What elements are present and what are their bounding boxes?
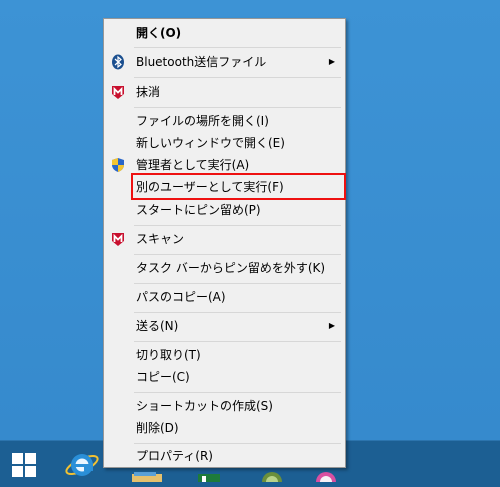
menu-separator bbox=[134, 225, 341, 226]
bluetooth-icon bbox=[110, 54, 126, 70]
menu-separator bbox=[134, 47, 341, 48]
menu-separator bbox=[134, 107, 341, 108]
menu-item-send-to[interactable]: 送る(N) ▶ bbox=[106, 315, 343, 337]
context-menu: 開く(O) Bluetooth送信ファイル ▶ 抹消 ファイルの場所を開く(I)… bbox=[103, 18, 346, 468]
menu-separator bbox=[134, 312, 341, 313]
submenu-arrow-icon: ▶ bbox=[328, 321, 335, 330]
start-button[interactable] bbox=[6, 447, 46, 481]
menu-item-properties[interactable]: プロパティ(R) bbox=[106, 445, 343, 467]
menu-item-mcafee-delete[interactable]: 抹消 bbox=[106, 81, 343, 103]
menu-item-create-shortcut[interactable]: ショートカットの作成(S) bbox=[106, 395, 343, 417]
uac-shield-icon bbox=[110, 157, 126, 173]
menu-item-scan[interactable]: スキャン bbox=[106, 228, 343, 250]
menu-item-run-as-admin[interactable]: 管理者として実行(A) bbox=[106, 154, 343, 176]
menu-separator bbox=[134, 77, 341, 78]
menu-separator bbox=[134, 254, 341, 255]
menu-item-open-new-window[interactable]: 新しいウィンドウで開く(E) bbox=[106, 132, 343, 154]
menu-separator bbox=[134, 443, 341, 444]
menu-item-run-as-other-user[interactable]: 別のユーザーとして実行(F) bbox=[106, 176, 343, 198]
menu-separator bbox=[134, 283, 341, 284]
menu-item-delete[interactable]: 削除(D) bbox=[106, 417, 343, 439]
menu-separator bbox=[134, 392, 341, 393]
menu-item-pin-to-start[interactable]: スタートにピン留め(P) bbox=[106, 199, 343, 221]
internet-explorer-icon bbox=[65, 454, 99, 476]
menu-item-copy-path[interactable]: パスのコピー(A) bbox=[106, 286, 343, 308]
menu-item-open[interactable]: 開く(O) bbox=[106, 22, 343, 44]
menu-item-bluetooth[interactable]: Bluetooth送信ファイル ▶ bbox=[106, 51, 343, 73]
mcafee-shield-icon bbox=[110, 231, 126, 247]
menu-item-unpin-taskbar[interactable]: タスク バーからピン留めを外す(K) bbox=[106, 257, 343, 279]
taskbar-internet-explorer[interactable] bbox=[60, 446, 104, 482]
submenu-arrow-icon: ▶ bbox=[328, 57, 335, 66]
menu-separator bbox=[134, 341, 341, 342]
menu-item-copy[interactable]: コピー(C) bbox=[106, 366, 343, 388]
menu-item-cut[interactable]: 切り取り(T) bbox=[106, 344, 343, 366]
mcafee-shield-icon bbox=[110, 84, 126, 100]
menu-item-open-file-location[interactable]: ファイルの場所を開く(I) bbox=[106, 110, 343, 132]
